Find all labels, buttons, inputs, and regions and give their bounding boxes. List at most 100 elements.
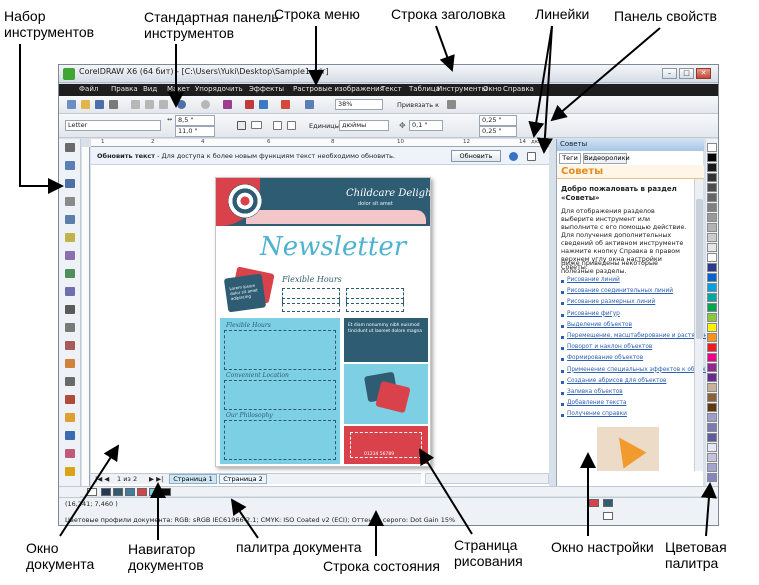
palette-swatch[interactable] — [707, 393, 717, 402]
nudge-distance-field[interactable]: 0,1 " — [409, 120, 443, 131]
tool-icon[interactable] — [65, 233, 75, 242]
hint-link[interactable]: Добавление текста — [567, 400, 626, 406]
all-pages-icon[interactable] — [273, 121, 282, 130]
palette-swatch[interactable] — [707, 183, 717, 192]
menu-item[interactable]: Файл — [79, 85, 98, 93]
tool-icon[interactable] — [65, 161, 75, 170]
palette-swatch[interactable] — [707, 163, 717, 172]
hint-link[interactable]: Получение справки — [567, 411, 627, 417]
hint-link[interactable]: Заливка объектов — [567, 389, 623, 395]
palette-swatch[interactable] — [707, 323, 717, 332]
page-tab-2[interactable]: Страница 2 — [219, 474, 267, 484]
palette-swatch[interactable] — [707, 453, 717, 462]
document-palette-swatch[interactable] — [113, 488, 123, 496]
menu-item[interactable]: Эффекты — [249, 85, 284, 93]
landscape-icon[interactable] — [251, 121, 262, 129]
palette-swatch[interactable] — [707, 223, 717, 232]
zoom-level-field[interactable]: 38% — [335, 99, 383, 110]
tool-icon[interactable] — [65, 197, 75, 206]
page-height-field[interactable]: 11,0 " — [175, 126, 215, 137]
tool-icon[interactable] — [65, 431, 75, 440]
color-profiles[interactable]: Цветовые профили документа: RGB: sRGB IE… — [65, 516, 455, 524]
drawing-page[interactable]: Childcare Delight dolor sit amet Newslet… — [215, 177, 431, 467]
palette-swatch[interactable] — [707, 363, 717, 372]
menu-item[interactable]: Таблица — [409, 85, 440, 93]
tab-tags[interactable]: Теги — [559, 153, 581, 164]
horizontal-scrollbar[interactable] — [425, 473, 549, 484]
palette-swatch[interactable] — [707, 313, 717, 322]
tool-icon[interactable] — [65, 269, 75, 278]
hint-link[interactable]: Рисование фигур — [567, 311, 620, 317]
hint-link[interactable]: Рисование размерных линий — [567, 299, 655, 305]
menu-item[interactable]: Инструменты — [437, 85, 487, 93]
tool-icon[interactable] — [65, 215, 75, 224]
cut-icon[interactable] — [131, 100, 140, 109]
hint-link[interactable]: Поворот и наклон объектов — [567, 344, 652, 350]
palette-swatch[interactable] — [707, 473, 717, 482]
palette-swatch[interactable] — [707, 283, 717, 292]
tab-videos[interactable]: Видеоролики — [583, 153, 630, 164]
palette-swatch[interactable] — [707, 263, 717, 272]
tool-icon[interactable] — [65, 395, 75, 404]
tool-icon[interactable] — [65, 359, 75, 368]
palette-swatch[interactable] — [707, 433, 717, 442]
scroll-thumb[interactable] — [696, 199, 703, 339]
palette-swatch[interactable] — [707, 153, 717, 162]
options-icon[interactable] — [447, 100, 456, 109]
menu-item[interactable]: Растровые изображения — [293, 85, 384, 93]
menu-item[interactable]: Упорядочить — [195, 85, 243, 93]
undo-icon[interactable] — [177, 100, 186, 109]
horizontal-ruler[interactable]: 1 2 4 6 8 10 12 14 дюймы — [91, 139, 552, 147]
print-icon[interactable] — [109, 100, 118, 109]
outline-swatch[interactable] — [603, 512, 613, 520]
tool-icon[interactable] — [65, 323, 75, 332]
palette-swatch[interactable] — [707, 413, 717, 422]
help-icon[interactable] — [509, 152, 518, 161]
menu-item[interactable]: Правка — [111, 85, 138, 93]
hint-link[interactable]: Рисование линий — [567, 277, 620, 283]
import-icon[interactable] — [245, 100, 254, 109]
tool-icon[interactable] — [65, 179, 75, 188]
palette-swatch[interactable] — [707, 203, 717, 212]
vertical-ruler[interactable] — [82, 147, 90, 487]
duplicate-y-field[interactable]: 0,25 " — [479, 126, 517, 137]
minimize-button[interactable]: – — [662, 68, 677, 79]
page-width-field[interactable]: 8,5 " — [175, 115, 215, 126]
tool-icon[interactable] — [65, 449, 75, 458]
fill-indicator[interactable] — [589, 499, 599, 507]
document-palette-swatch[interactable] — [137, 488, 147, 496]
palette-swatch[interactable] — [707, 443, 717, 452]
menu-item[interactable]: Вид — [143, 85, 157, 93]
search-content-icon[interactable] — [223, 100, 232, 109]
palette-swatch[interactable] — [707, 373, 717, 382]
hint-link[interactable]: Выделение объектов — [567, 322, 632, 328]
update-button[interactable]: Обновить — [451, 150, 501, 162]
copy-icon[interactable] — [145, 100, 154, 109]
no-color-swatch[interactable] — [87, 488, 97, 496]
redo-icon[interactable] — [201, 100, 210, 109]
close-button[interactable]: ✕ — [696, 68, 711, 79]
document-palette-swatch[interactable] — [149, 488, 159, 496]
page-tab-1[interactable]: Страница 1 — [169, 474, 217, 484]
palette-swatch[interactable] — [707, 233, 717, 242]
docker-scrollbar[interactable] — [694, 179, 703, 471]
tool-icon[interactable] — [65, 287, 75, 296]
palette-swatch[interactable] — [707, 143, 717, 152]
tool-icon[interactable] — [65, 305, 75, 314]
nav-arrows[interactable]: |◀ ◀ — [95, 475, 109, 483]
tool-icon[interactable] — [65, 413, 75, 422]
palette-swatch[interactable] — [707, 403, 717, 412]
welcome-screen-icon[interactable] — [305, 100, 314, 109]
tool-icon[interactable] — [65, 377, 75, 386]
duplicate-x-field[interactable]: 0,25 " — [479, 115, 517, 126]
hint-link[interactable]: Создание абрисов для объектов — [567, 378, 666, 384]
tool-icon[interactable] — [65, 143, 75, 152]
menu-item[interactable]: Окно — [483, 85, 502, 93]
tool-icon[interactable] — [65, 341, 75, 350]
palette-swatch[interactable] — [707, 303, 717, 312]
export-icon[interactable] — [259, 100, 268, 109]
paper-size-select[interactable]: Letter — [65, 120, 161, 131]
palette-swatch[interactable] — [707, 383, 717, 392]
palette-swatch[interactable] — [707, 293, 717, 302]
tool-icon[interactable] — [65, 467, 75, 476]
